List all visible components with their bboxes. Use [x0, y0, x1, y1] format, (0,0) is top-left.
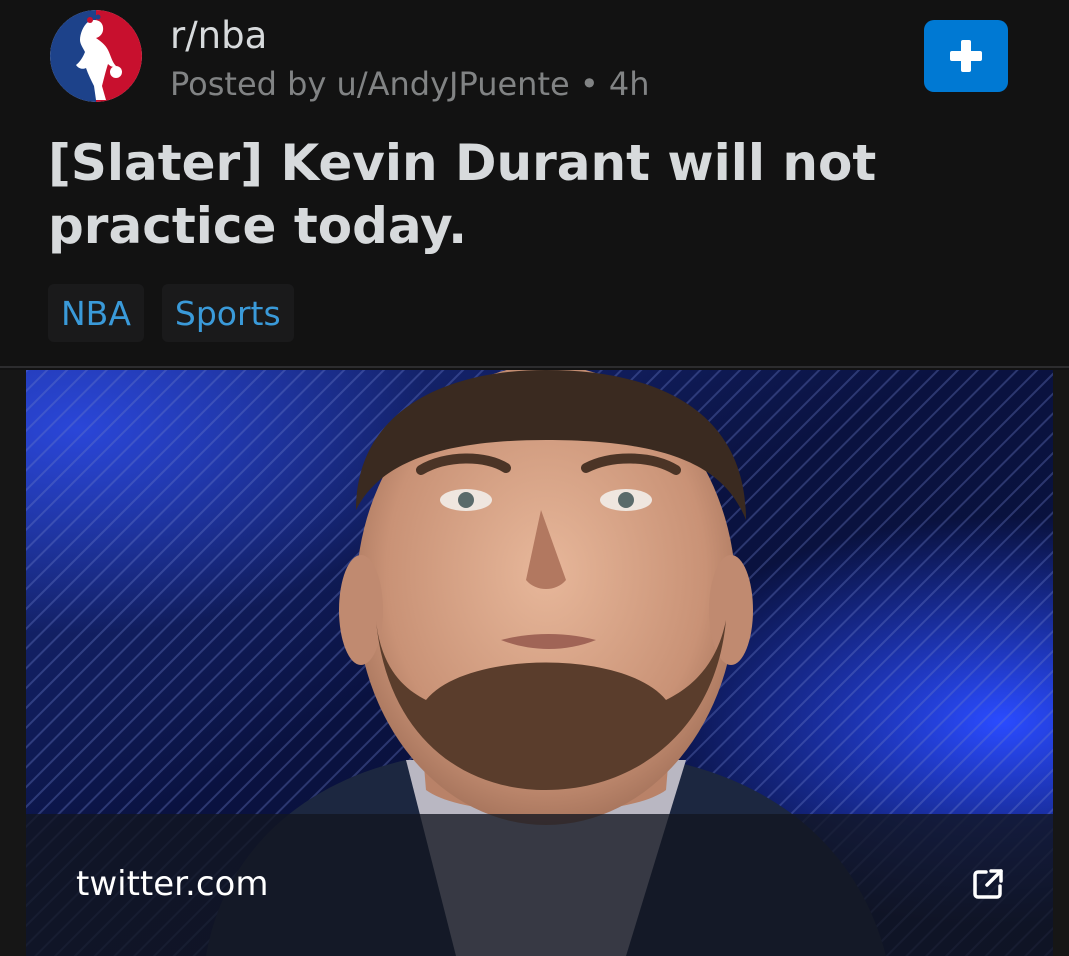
plus-icon	[950, 40, 982, 72]
link-domain: twitter.com	[76, 864, 269, 904]
post-meta: Posted by u/AndyJPuente • 4h	[170, 65, 650, 103]
flair-list: NBA Sports	[48, 284, 294, 342]
card-gutter-right	[1053, 370, 1069, 956]
card-gutter-left	[0, 370, 26, 956]
flair-nba[interactable]: NBA	[48, 284, 144, 342]
post-card[interactable]: r/nba Posted by u/AndyJPuente • 4h [Slat…	[0, 0, 1069, 956]
subreddit-avatar[interactable]	[50, 10, 142, 102]
join-subreddit-button[interactable]	[924, 20, 1008, 92]
external-link-icon[interactable]	[970, 866, 1006, 902]
nba-logo-icon	[50, 10, 142, 102]
post-title[interactable]: [Slater] Kevin Durant will not practice …	[48, 132, 1028, 258]
post-header: r/nba Posted by u/AndyJPuente • 4h	[50, 10, 1050, 103]
divider	[0, 366, 1069, 368]
link-preview[interactable]: twitter.com	[26, 370, 1053, 956]
flair-sports[interactable]: Sports	[161, 284, 294, 342]
subreddit-name[interactable]: r/nba	[170, 14, 267, 58]
link-domain-bar[interactable]: twitter.com	[26, 814, 1053, 956]
